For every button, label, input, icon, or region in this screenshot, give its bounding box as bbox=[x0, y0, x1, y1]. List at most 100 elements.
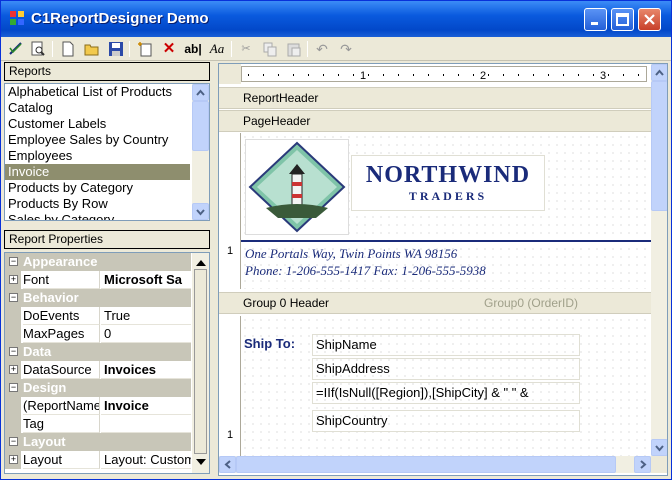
chevron-down-icon bbox=[655, 445, 664, 452]
report-list-item[interactable]: Products By Row bbox=[5, 196, 190, 212]
reports-list[interactable]: Alphabetical List of Products Catalog Cust… bbox=[4, 83, 210, 221]
property-name: (ReportName bbox=[23, 397, 100, 415]
property-value[interactable] bbox=[101, 415, 191, 433]
property-category[interactable]: − Layout bbox=[5, 433, 191, 451]
scroll-down-arrow-icon[interactable] bbox=[196, 455, 206, 469]
property-value[interactable]: Layout: Custom bbox=[101, 451, 191, 469]
ship-to-label[interactable]: Ship To: bbox=[244, 336, 295, 351]
property-category[interactable]: − Behavior bbox=[5, 289, 191, 307]
paste-icon[interactable] bbox=[285, 40, 303, 58]
reports-scrollbar[interactable] bbox=[192, 84, 209, 220]
scroll-thumb[interactable] bbox=[651, 81, 667, 211]
expand-icon[interactable]: + bbox=[9, 365, 18, 374]
designer-horizontal-scrollbar[interactable] bbox=[219, 456, 651, 473]
scroll-thumb[interactable] bbox=[192, 101, 209, 151]
property-category[interactable]: − Data bbox=[5, 343, 191, 361]
category-label: Layout bbox=[23, 434, 66, 449]
report-designer-canvas[interactable]: 1 2 3 ReportHeader PageHeader 1 NORTHWIND bbox=[218, 63, 668, 476]
maximize-button[interactable] bbox=[611, 8, 634, 31]
text-field-icon[interactable]: ab| bbox=[184, 40, 202, 58]
group-header-area[interactable]: Ship To: ShipName ShipAddress =IIf(IsNul… bbox=[241, 316, 651, 456]
page-header-band[interactable]: PageHeader bbox=[219, 110, 651, 132]
ship-name-field[interactable]: ShipName bbox=[312, 334, 580, 356]
minimize-button[interactable] bbox=[584, 8, 607, 31]
horizontal-ruler: 1 2 3 bbox=[241, 66, 647, 82]
close-button[interactable] bbox=[638, 8, 661, 31]
scroll-left-button[interactable] bbox=[219, 456, 236, 473]
title-bar[interactable]: C1ReportDesigner Demo bbox=[1, 1, 671, 37]
save-icon[interactable] bbox=[107, 40, 125, 58]
expand-icon[interactable]: + bbox=[9, 455, 18, 464]
logo-line2: TRADERS bbox=[408, 189, 488, 203]
scroll-right-button[interactable] bbox=[634, 456, 651, 473]
page-header-area[interactable]: NORTHWIND TRADERS One Portals Way, Twin … bbox=[241, 133, 651, 289]
report-list-item[interactable]: Products by Category bbox=[5, 180, 190, 196]
property-row[interactable]: + Font Microsoft Sa bbox=[5, 271, 191, 289]
scroll-up-arrow-icon[interactable] bbox=[196, 256, 206, 270]
open-icon[interactable] bbox=[83, 40, 101, 58]
collapse-icon[interactable]: − bbox=[9, 257, 18, 266]
collapse-icon[interactable]: − bbox=[9, 437, 18, 446]
scroll-up-button[interactable] bbox=[651, 64, 667, 81]
property-row[interactable]: (ReportName Invoice bbox=[5, 397, 191, 415]
ship-city-field[interactable]: =IIf(IsNull([Region]),[ShipCity] & " " & bbox=[312, 382, 580, 404]
report-header-band[interactable]: ReportHeader bbox=[219, 87, 651, 109]
design-icon[interactable] bbox=[7, 40, 25, 58]
ruler-tick bbox=[398, 74, 399, 76]
ship-country-field[interactable]: ShipCountry bbox=[312, 410, 580, 432]
phone-line[interactable]: Phone: 1-206-555-1417 Fax: 1-206-555-593… bbox=[245, 263, 486, 279]
property-value[interactable]: Invoices bbox=[101, 361, 191, 379]
property-category[interactable]: − Appearance bbox=[5, 253, 191, 271]
expand-icon[interactable]: + bbox=[9, 275, 18, 284]
property-row[interactable]: MaxPages 0 bbox=[5, 325, 191, 343]
property-row[interactable]: + DataSource Invoices bbox=[5, 361, 191, 379]
property-value[interactable]: Microsoft Sa bbox=[101, 271, 191, 289]
redo-icon[interactable]: ↷ bbox=[337, 40, 355, 58]
property-row[interactable]: + Layout Layout: Custom bbox=[5, 451, 191, 469]
address-line[interactable]: One Portals Way, Twin Points WA 98156 bbox=[245, 246, 457, 262]
scroll-up-button[interactable] bbox=[192, 84, 209, 101]
properties-scrollbar[interactable] bbox=[192, 253, 209, 473]
northwind-logo[interactable]: NORTHWIND TRADERS bbox=[351, 155, 545, 211]
report-list-item[interactable]: Catalog bbox=[5, 100, 190, 116]
property-row[interactable]: DoEvents True bbox=[5, 307, 191, 325]
chevron-right-icon bbox=[640, 460, 647, 469]
preview-icon[interactable] bbox=[29, 40, 47, 58]
ruler-tick bbox=[533, 74, 534, 76]
ruler-tick bbox=[458, 74, 459, 76]
font-icon[interactable]: Aa bbox=[208, 40, 226, 58]
new-report-icon[interactable] bbox=[136, 40, 154, 58]
report-list-item[interactable]: Customer Labels bbox=[5, 116, 190, 132]
undo-icon[interactable]: ↶ bbox=[313, 40, 331, 58]
delete-icon[interactable]: ✕ bbox=[160, 40, 178, 58]
ruler-tick bbox=[353, 74, 354, 76]
property-value[interactable]: 0 bbox=[101, 325, 191, 343]
scroll-down-button[interactable] bbox=[192, 203, 209, 220]
scroll-down-button[interactable] bbox=[651, 439, 667, 456]
designer-vertical-scrollbar[interactable] bbox=[651, 64, 667, 456]
property-category[interactable]: − Design bbox=[5, 379, 191, 397]
report-list-item[interactable]: Sales by Category bbox=[5, 212, 190, 220]
report-list-item[interactable]: Alphabetical List of Products bbox=[5, 84, 190, 100]
new-icon[interactable] bbox=[59, 40, 77, 58]
properties-grid[interactable]: − Appearance + Font Microsoft Sa − Behavior DoE… bbox=[4, 252, 210, 474]
app-icon bbox=[10, 11, 24, 25]
property-name: Layout bbox=[23, 451, 100, 469]
toolbar: ✕ ab| Aa ✂ ↶ ↷ bbox=[1, 37, 671, 61]
property-row[interactable]: Tag bbox=[5, 415, 191, 433]
cut-icon[interactable]: ✂ bbox=[237, 40, 255, 58]
property-value[interactable]: Invoice bbox=[101, 397, 191, 415]
collapse-icon[interactable]: − bbox=[9, 383, 18, 392]
report-list-item[interactable]: Employee Sales by Country bbox=[5, 132, 190, 148]
copy-icon[interactable] bbox=[261, 40, 279, 58]
lighthouse-logo[interactable] bbox=[245, 139, 349, 235]
scroll-thumb[interactable] bbox=[194, 269, 207, 454]
property-value[interactable]: True bbox=[101, 307, 191, 325]
group-header-band[interactable]: Group 0 Header Group0 (OrderID) bbox=[219, 292, 651, 314]
scroll-thumb[interactable] bbox=[236, 456, 616, 473]
report-list-item[interactable]: Invoice bbox=[5, 164, 190, 180]
report-list-item[interactable]: Employees bbox=[5, 148, 190, 164]
collapse-icon[interactable]: − bbox=[9, 293, 18, 302]
collapse-icon[interactable]: − bbox=[9, 347, 18, 356]
ship-address-field[interactable]: ShipAddress bbox=[312, 358, 580, 380]
